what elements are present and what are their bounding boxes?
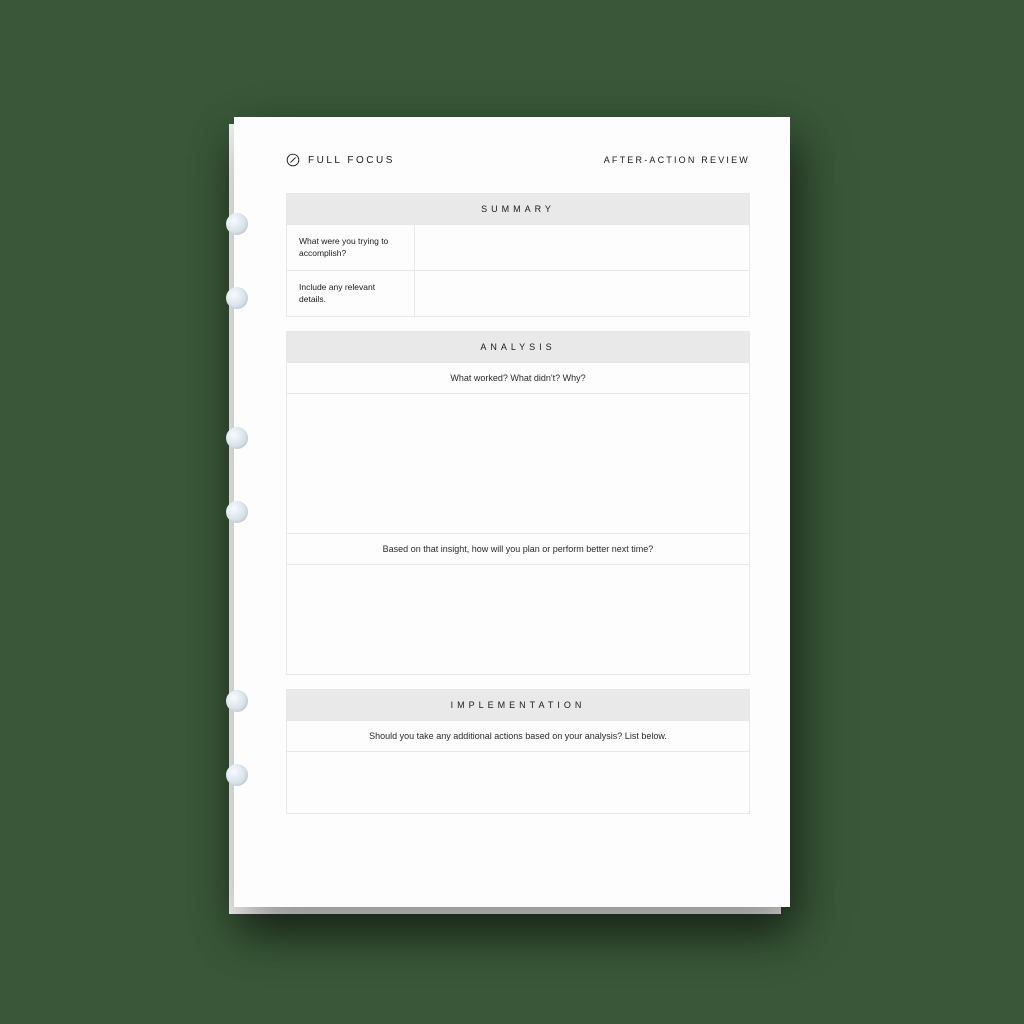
summary-input-1[interactable] (415, 225, 749, 270)
binder-hole (226, 690, 248, 712)
section-implementation: IMPLEMENTATION Should you take any addit… (286, 689, 750, 814)
analysis-input-1[interactable] (287, 393, 749, 533)
binder-hole (226, 287, 248, 309)
analysis-input-2[interactable] (287, 564, 749, 674)
section-heading-analysis: ANALYSIS (287, 331, 749, 362)
page-sheet: FULL FOCUS AFTER-ACTION REVIEW SUMMARY W… (234, 117, 790, 907)
page-title: AFTER-ACTION REVIEW (604, 155, 750, 165)
binder-hole (226, 501, 248, 523)
section-summary: SUMMARY What were you trying to accompli… (286, 193, 750, 317)
section-analysis: ANALYSIS What worked? What didn't? Why? … (286, 331, 750, 675)
section-heading-summary: SUMMARY (287, 193, 749, 224)
implementation-input[interactable] (287, 751, 749, 813)
summary-prompt-2: Include any relevant details. (287, 271, 415, 316)
summary-prompt-1: What were you trying to accomplish? (287, 225, 415, 270)
implementation-prompt: Should you take any additional actions b… (287, 720, 749, 751)
summary-row: What were you trying to accomplish? (287, 224, 749, 270)
section-heading-implementation: IMPLEMENTATION (287, 689, 749, 720)
summary-input-2[interactable] (415, 271, 749, 316)
page-header: FULL FOCUS AFTER-ACTION REVIEW (286, 153, 750, 167)
planner-page: FULL FOCUS AFTER-ACTION REVIEW SUMMARY W… (234, 117, 790, 907)
analysis-prompt-2: Based on that insight, how will you plan… (287, 533, 749, 564)
binder-hole (226, 427, 248, 449)
analysis-prompt-1: What worked? What didn't? Why? (287, 362, 749, 393)
brand: FULL FOCUS (286, 153, 395, 167)
summary-row: Include any relevant details. (287, 270, 749, 316)
binder-hole (226, 764, 248, 786)
compass-icon (286, 153, 300, 167)
binder-hole (226, 213, 248, 235)
brand-name: FULL FOCUS (308, 155, 395, 166)
